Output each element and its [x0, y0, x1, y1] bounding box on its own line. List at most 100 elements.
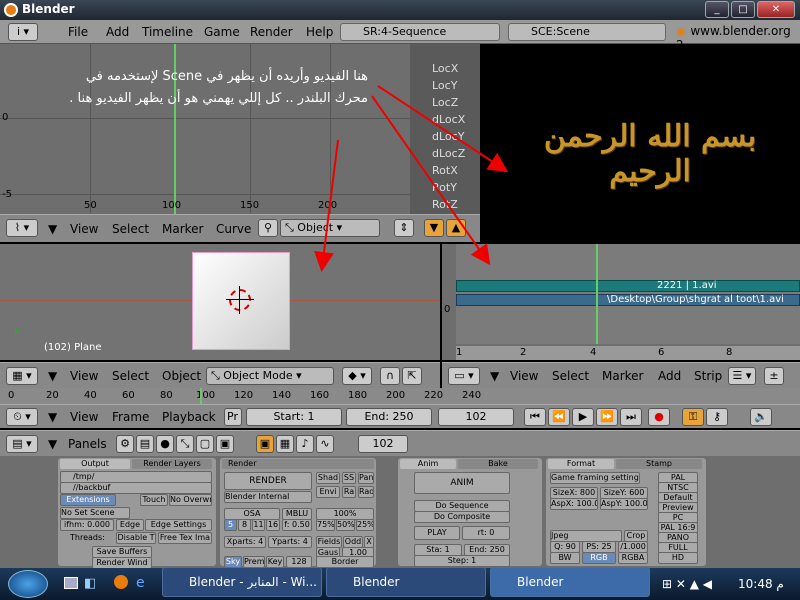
timeline-ruler[interactable]: 0 20 40 60 80 100 120 140 160 180 200 22… [0, 388, 800, 404]
pano-toggle[interactable]: Pan [358, 472, 374, 484]
size-75-button[interactable]: 75% [316, 519, 335, 531]
anim-step-field[interactable]: Step: 1 [414, 555, 510, 567]
preset-hd[interactable]: HD [658, 552, 698, 564]
script-icon[interactable]: ▤ [136, 435, 154, 453]
osa-11[interactable]: 11 [252, 519, 265, 531]
ie-quicklaunch-icon[interactable]: ◧ [84, 576, 96, 591]
extensions-toggle[interactable]: Extensions [60, 494, 116, 506]
blender-quicklaunch-icon[interactable] [114, 575, 128, 589]
tab-output[interactable]: Output [60, 459, 130, 469]
threads-label: Threads: [70, 533, 105, 542]
sss-toggle[interactable]: SS [342, 472, 356, 484]
logic-icon[interactable]: ⚙ [116, 435, 134, 453]
aspy-field[interactable]: AspY: 100.00 [600, 498, 648, 510]
rgb-toggle[interactable]: RGB [582, 552, 616, 564]
mblur-factor[interactable]: f: 0.50 [282, 519, 312, 531]
shadow-toggle[interactable]: Shad [316, 472, 340, 484]
free-tex-toggle[interactable]: Free Tex Ima [158, 532, 212, 544]
prev-key-icon[interactable]: ⏪ [548, 408, 570, 426]
menu-frame[interactable]: Frame [112, 410, 149, 424]
anim-icon[interactable]: ▦ [276, 435, 294, 453]
timeline-tick: 60 [122, 390, 135, 401]
edge-toggle[interactable]: Edge [116, 519, 144, 531]
key-icon[interactable]: ⚷ [706, 408, 728, 426]
size-50-button[interactable]: 50% [336, 519, 355, 531]
current-frame-field[interactable]: 102 [438, 408, 514, 426]
tab-stamp[interactable]: Stamp [616, 459, 702, 469]
timeline-tick: 0 [8, 390, 15, 401]
editing-icon[interactable]: ▢ [196, 435, 214, 453]
no-overwrite-toggle[interactable]: No Overwri [169, 494, 212, 506]
object-icon[interactable]: ⤡ [176, 435, 194, 453]
tab-bake[interactable]: Bake [458, 459, 538, 469]
do-composite-toggle[interactable]: Do Composite [414, 511, 510, 523]
sound-icon[interactable]: ♪ [296, 435, 314, 453]
game-framing-button[interactable]: Game framing settings [550, 472, 640, 484]
preview-range-button[interactable]: Pr [224, 408, 242, 426]
tab-render-layers[interactable]: Render Layers [132, 459, 212, 469]
envmap-toggle[interactable]: Envi [316, 486, 340, 498]
collapse-arrow-icon[interactable]: ▼ [48, 437, 57, 451]
tray-icons[interactable]: ⊞ ✕ ▲ ◀ [662, 577, 712, 591]
collapse-arrow-icon[interactable]: ▼ [48, 410, 57, 424]
play-button[interactable]: PLAY [414, 526, 460, 540]
xparts-field[interactable]: Xparts: 4 [224, 536, 266, 548]
render-button[interactable]: RENDER [224, 472, 312, 490]
show-desktop-icon[interactable] [64, 577, 78, 589]
rgba-toggle[interactable]: RGBA [618, 552, 648, 564]
aspx-field[interactable]: AspX: 100.00 [550, 498, 598, 510]
audio-icon[interactable]: 🔈 [750, 408, 772, 426]
no-set-scene-field[interactable]: No Set Scene [60, 507, 130, 519]
editor-type-icon[interactable]: ▤ ▾ [6, 435, 38, 453]
raytrace-toggle[interactable]: Ra [342, 486, 356, 498]
next-key-icon[interactable]: ⏩ [596, 408, 618, 426]
menu-view[interactable]: View [70, 410, 98, 424]
backbuf-path-field[interactable]: //backbuf [60, 482, 212, 494]
buttons-header: ▤ ▾ ▼ Panels ⚙ ▤ ● ⤡ ▢ ▣ ▣ ▦ ♪ ∿ 102 [0, 430, 800, 456]
rt-field[interactable]: rt: 0 [462, 526, 510, 540]
editor-type-icon[interactable]: ⏲ ▾ [6, 408, 38, 426]
touch-toggle[interactable]: Touch [140, 494, 168, 506]
ifhm-field[interactable]: ifhm: 0.000 [60, 519, 114, 531]
timeline-tick: 140 [272, 390, 292, 401]
disable-tex-toggle[interactable]: Disable T [116, 532, 156, 544]
record-icon[interactable]: ● [648, 408, 670, 426]
timeline-header: ⏲ ▾ ▼ View Frame Playback Pr Start: 1 En… [0, 404, 800, 428]
osa-8[interactable]: 8 [238, 519, 251, 531]
world-icon[interactable]: ∿ [316, 435, 334, 453]
osa-5[interactable]: 5 [224, 519, 237, 531]
scene-icon[interactable]: ▣ [216, 435, 234, 453]
menu-playback[interactable]: Playback [162, 410, 216, 424]
tab-render[interactable]: Render [222, 459, 374, 469]
anim-button[interactable]: ANIM [414, 472, 510, 494]
tab-format[interactable]: Format [548, 459, 614, 469]
edge-settings-button[interactable]: Edge Settings [145, 519, 212, 531]
keyframe-icon[interactable]: ⚿ [682, 408, 704, 426]
taskbar-item-blender-1[interactable]: Blender [326, 567, 486, 597]
format-panel: Format Stamp Game framing settings SizeX… [546, 458, 706, 566]
timeline-tick: 200 [386, 390, 406, 401]
end-frame-field[interactable]: End: 250 [346, 408, 432, 426]
start-button[interactable] [8, 570, 48, 598]
taskbar-item-browser[interactable]: Blender - المنابر - Wi... [162, 567, 322, 597]
osa-16[interactable]: 16 [266, 519, 280, 531]
start-frame-field[interactable]: Start: 1 [246, 408, 342, 426]
render-icon[interactable]: ▣ [256, 435, 274, 453]
bw-toggle[interactable]: BW [550, 552, 580, 564]
jump-end-icon[interactable]: ⏭ [620, 408, 642, 426]
jump-start-icon[interactable]: ⏮ [524, 408, 546, 426]
radiosity-toggle[interactable]: Rad [358, 486, 374, 498]
size-25-button[interactable]: 25% [356, 519, 374, 531]
render-panel: Render RENDER Shad SS Pan Blender Intern… [220, 458, 376, 568]
yparts-field[interactable]: Yparts: 4 [268, 536, 312, 548]
ie-icon[interactable]: e [136, 575, 145, 591]
taskbar-item-blender-2[interactable]: Blender [490, 567, 650, 597]
play-icon[interactable]: ▶ [572, 408, 594, 426]
taskbar-item-label: Blender - المنابر - Wi... [189, 575, 317, 589]
render-engine-select[interactable]: Blender Internal [224, 491, 312, 503]
timeline-tick: 120 [234, 390, 254, 401]
shading-icon[interactable]: ● [156, 435, 174, 453]
buttons-area: Output Render Layers /tmp/ //backbuf Ext… [0, 456, 800, 569]
tab-anim[interactable]: Anim [400, 459, 456, 469]
frame-field[interactable]: 102 [358, 435, 408, 453]
